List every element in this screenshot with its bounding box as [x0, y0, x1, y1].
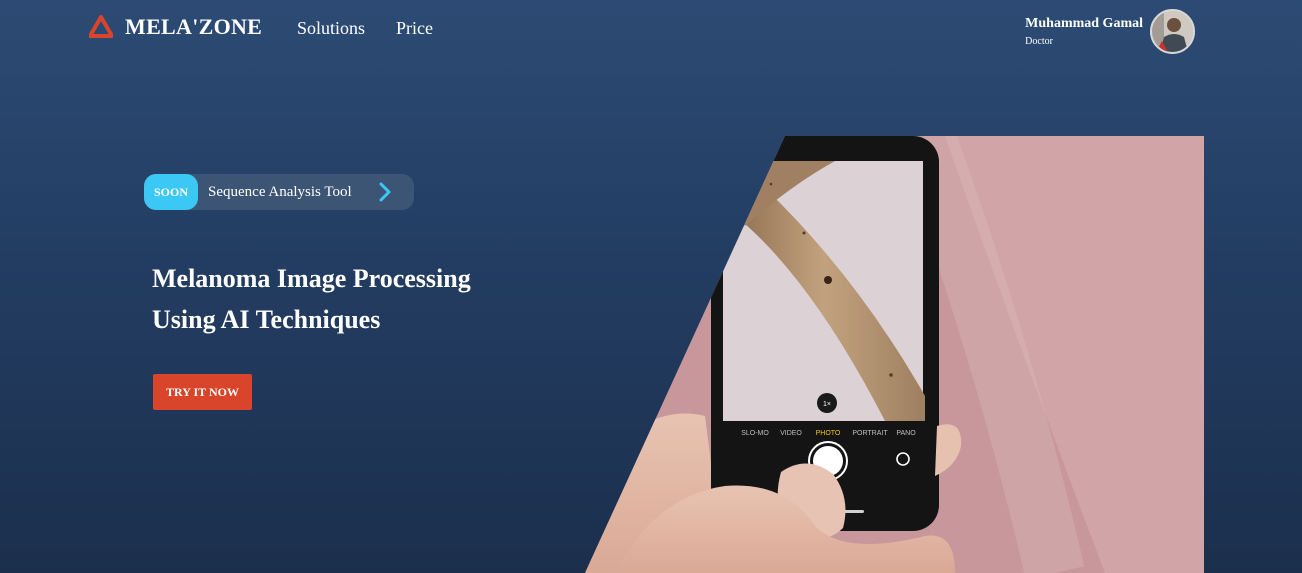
hero-headline-line2: Using AI Techniques [152, 305, 381, 334]
user-profile[interactable]: Muhammad Gamal Doctor [1025, 9, 1195, 54]
zoom-label: 1× [823, 401, 831, 408]
user-info: Muhammad Gamal Doctor [1025, 16, 1143, 47]
badge-text: Sequence Analysis Tool [208, 183, 352, 200]
avatar-image [1152, 11, 1193, 52]
try-it-now-button[interactable]: TRY IT NOW [153, 374, 252, 410]
chevron-right-icon[interactable] [378, 182, 392, 202]
brand-logo[interactable]: MELA'ZONE [89, 14, 262, 40]
camera-mode-pano: PANO [896, 430, 916, 437]
camera-mode-photo: PHOTO [816, 430, 841, 437]
hero-headline: Melanoma Image Processing Using AI Techn… [152, 258, 572, 340]
camera-mode-slomo: SLO-MO [741, 430, 769, 437]
camera-mode-portrait: PORTRAIT [852, 430, 888, 437]
user-name: Muhammad Gamal [1025, 16, 1143, 31]
nav-link-price[interactable]: Price [396, 18, 433, 39]
user-role: Doctor [1025, 36, 1053, 47]
hero-headline-line1: Melanoma Image Processing [152, 264, 471, 293]
brand-name: MELA'ZONE [125, 14, 263, 39]
announcement-badge[interactable]: SOON Sequence Analysis Tool [144, 174, 414, 210]
soon-tag: SOON [144, 174, 198, 210]
nav-link-solutions[interactable]: Solutions [297, 18, 365, 39]
hero-image: 1× SLO-MO VIDEO PHOTO PORTRAIT PANO [585, 136, 1204, 573]
top-navbar: MELA'ZONE Solutions Price Muhammad Gamal… [0, 0, 1302, 60]
triangle-logo-icon [89, 15, 113, 38]
avatar[interactable] [1150, 9, 1195, 54]
camera-mode-video: VIDEO [780, 430, 802, 437]
